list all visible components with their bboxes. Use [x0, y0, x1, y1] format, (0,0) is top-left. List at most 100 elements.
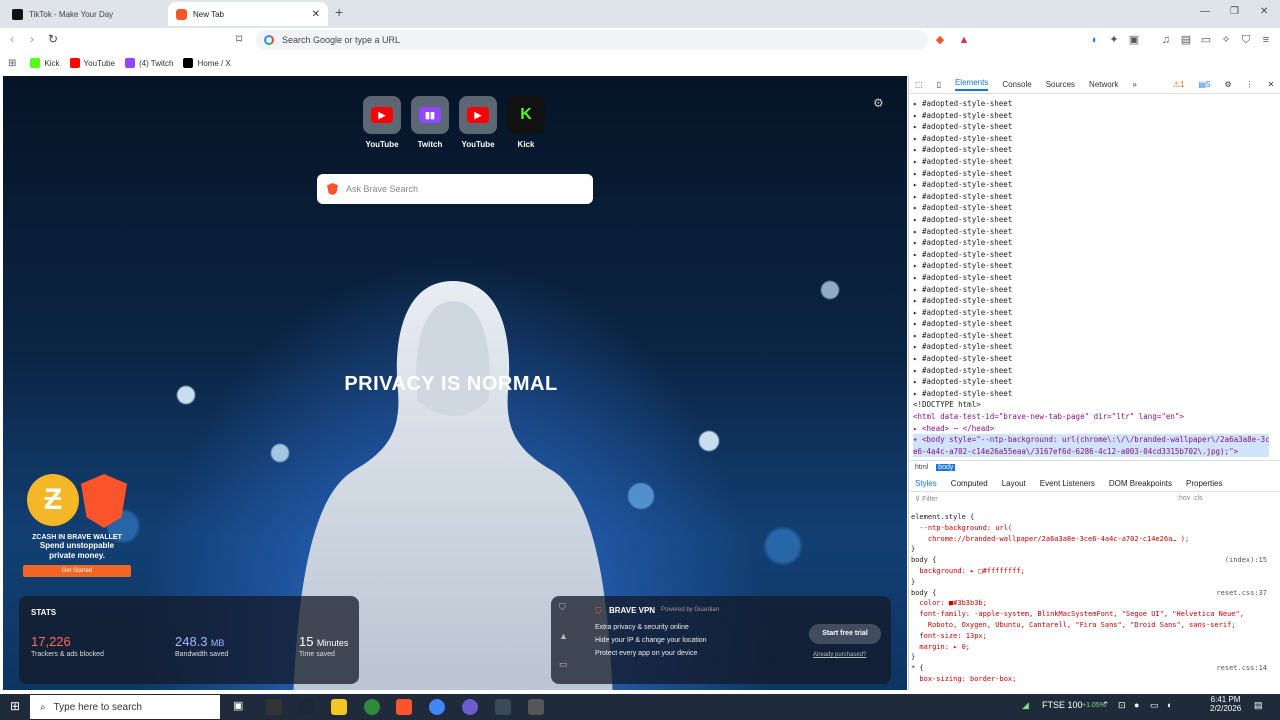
dom-node-body-cont[interactable]: e6-4a4c-a702-c14e26a55eaa\/3167ef6d-6286…: [913, 445, 1269, 458]
dom-node-doctype[interactable]: <!DOCTYPE html>: [913, 399, 1269, 411]
dom-node-adopted-style-sheet[interactable]: ▸ #adopted-style-sheet: [913, 318, 1269, 330]
chrome-icon[interactable]: [429, 699, 445, 715]
dom-node-adopted-style-sheet[interactable]: ▸ #adopted-style-sheet: [913, 133, 1269, 145]
dom-node-adopted-style-sheet[interactable]: ▸ #adopted-style-sheet: [913, 121, 1269, 133]
dom-node-adopted-style-sheet[interactable]: ▸ #adopted-style-sheet: [913, 110, 1269, 122]
style-source-link[interactable]: reset.css:37: [1216, 588, 1267, 599]
dom-node-adopted-style-sheet[interactable]: ▸ #adopted-style-sheet: [913, 260, 1269, 272]
style-source-link[interactable]: (index):15: [1225, 555, 1267, 566]
leo-ai-icon[interactable]: ✧: [1220, 34, 1232, 46]
dom-node-adopted-style-sheet[interactable]: ▸ #adopted-style-sheet: [913, 226, 1269, 238]
clock[interactable]: 6:41 PM 2/2/2026: [1210, 695, 1241, 713]
app-icon[interactable]: [495, 699, 511, 715]
app-icon[interactable]: [364, 699, 380, 715]
rewards-icon[interactable]: ▲: [559, 631, 573, 641]
subtab-computed[interactable]: Computed: [951, 479, 988, 488]
brave-rewards-icon[interactable]: ▲: [958, 34, 970, 46]
more-tabs-icon[interactable]: »: [1132, 80, 1136, 89]
bookmark-icon[interactable]: ⌑: [236, 32, 242, 46]
app-icon[interactable]: [266, 699, 282, 715]
inspect-icon[interactable]: ⬚: [915, 80, 923, 89]
dom-node-adopted-style-sheet[interactable]: ▸ #adopted-style-sheet: [913, 353, 1269, 365]
music-icon[interactable]: ♫: [1160, 34, 1172, 46]
reload-icon[interactable]: ↻: [48, 32, 58, 46]
dom-node-adopted-style-sheet[interactable]: ▸ #adopted-style-sheet: [913, 237, 1269, 249]
top-site-youtube[interactable]: ▶ YouTube: [363, 96, 401, 149]
dom-node-adopted-style-sheet[interactable]: ▸ #adopted-style-sheet: [913, 376, 1269, 388]
tray-icon[interactable]: ⊡: [1118, 700, 1126, 711]
subtab-properties[interactable]: Properties: [1186, 479, 1222, 488]
taskbar-search[interactable]: ⌕ Type here to search: [30, 695, 220, 719]
back-icon[interactable]: ‹: [10, 32, 14, 46]
top-site-kick[interactable]: K Kick: [507, 96, 545, 149]
subtab-dom-breakpoints[interactable]: DOM Breakpoints: [1109, 479, 1172, 488]
extensions-icon[interactable]: ✦: [1108, 34, 1120, 46]
styles-filter[interactable]: ⊽ Filter :hov .cls: [915, 495, 1275, 507]
address-bar[interactable]: Search Google or type a URL: [256, 30, 928, 50]
dom-node-adopted-style-sheet[interactable]: ▸ #adopted-style-sheet: [913, 341, 1269, 353]
tab-tiktok[interactable]: TikTok - Make Your Day: [4, 2, 166, 26]
bookmark-x[interactable]: Home / X: [183, 58, 231, 68]
subtab-event-listeners[interactable]: Event Listeners: [1040, 479, 1095, 488]
tab-console[interactable]: Console: [1002, 80, 1031, 89]
screenshot-icon[interactable]: ▣: [1128, 34, 1140, 46]
hov-cls-toggle[interactable]: :hov .cls: [1177, 495, 1203, 502]
restore-icon[interactable]: ❐: [1230, 6, 1239, 17]
device-toolbar-icon[interactable]: ▯: [937, 80, 941, 89]
close-window-icon[interactable]: ✕: [1260, 6, 1268, 17]
devtools-close-icon[interactable]: ✕: [1268, 80, 1275, 89]
settings-icon[interactable]: ⚙: [873, 96, 884, 110]
info-count[interactable]: ▤5: [1198, 80, 1210, 89]
minimize-icon[interactable]: —: [1200, 6, 1210, 17]
tab-new-tab[interactable]: New Tab ✕: [168, 2, 328, 26]
notifications-icon[interactable]: ▤: [1254, 700, 1263, 711]
dom-node-adopted-style-sheet[interactable]: ▸ #adopted-style-sheet: [913, 144, 1269, 156]
dom-node-body[interactable]: ▾ <body style="--ntp-background: url(chr…: [913, 434, 1269, 446]
dom-node-head[interactable]: ▸ <head> ⋯ </head>: [913, 423, 1269, 435]
subtab-styles[interactable]: Styles: [915, 479, 937, 488]
start-free-trial-button[interactable]: Start free trial: [809, 624, 881, 644]
task-view-icon[interactable]: ▣: [233, 699, 249, 715]
steam-icon[interactable]: [298, 699, 314, 715]
new-tab-button[interactable]: +: [335, 4, 343, 20]
app-icon[interactable]: [528, 699, 544, 715]
dom-node-adopted-style-sheet[interactable]: ▸ #adopted-style-sheet: [913, 98, 1269, 110]
bookmark-kick[interactable]: Kick: [30, 58, 60, 68]
ftse-label[interactable]: FTSE 100: [1042, 700, 1083, 710]
volume-icon[interactable]: ◖: [1166, 700, 1171, 710]
brave-search-box[interactable]: Ask Brave Search: [317, 174, 593, 204]
microphone-icon[interactable]: ●: [1134, 700, 1139, 710]
dom-node-adopted-style-sheet[interactable]: ▸ #adopted-style-sheet: [913, 388, 1269, 400]
styles-pane[interactable]: element.style { --ntp-background: url( c…: [911, 512, 1267, 685]
dom-node-adopted-style-sheet[interactable]: ▸ #adopted-style-sheet: [913, 284, 1269, 296]
brave-taskbar-icon[interactable]: [396, 699, 412, 715]
subtab-layout[interactable]: Layout: [1002, 479, 1026, 488]
dom-node-adopted-style-sheet[interactable]: ▸ #adopted-style-sheet: [913, 202, 1269, 214]
get-started-button[interactable]: Get Started: [23, 565, 131, 577]
bookmark-twitch[interactable]: (4) Twitch: [124, 58, 173, 68]
file-explorer-icon[interactable]: [331, 699, 347, 715]
dom-node-adopted-style-sheet[interactable]: ▸ #adopted-style-sheet: [913, 179, 1269, 191]
tab-elements[interactable]: Elements: [954, 78, 989, 91]
style-source-link[interactable]: reset.css:14: [1216, 663, 1267, 674]
top-site-twitch[interactable]: ▮▮ Twitch: [411, 96, 449, 149]
dom-node-adopted-style-sheet[interactable]: ▸ #adopted-style-sheet: [913, 191, 1269, 203]
wallet-icon[interactable]: ▭: [1200, 34, 1212, 46]
close-tab-icon[interactable]: ✕: [312, 9, 320, 20]
dom-node-adopted-style-sheet[interactable]: ▸ #adopted-style-sheet: [913, 295, 1269, 307]
windows-start-icon[interactable]: ⊞: [10, 699, 20, 713]
tab-network[interactable]: Network: [1089, 80, 1118, 89]
dom-node-adopted-style-sheet[interactable]: ▸ #adopted-style-sheet: [913, 156, 1269, 168]
shield-icon[interactable]: ⛉: [559, 602, 573, 613]
dom-node-adopted-style-sheet[interactable]: ▸ #adopted-style-sheet: [913, 168, 1269, 180]
dom-node-adopted-style-sheet[interactable]: ▸ #adopted-style-sheet: [913, 330, 1269, 342]
tray-chevron-icon[interactable]: ⌃: [1102, 700, 1110, 711]
dom-node-adopted-style-sheet[interactable]: ▸ #adopted-style-sheet: [913, 272, 1269, 284]
tab-sources[interactable]: Sources: [1046, 80, 1075, 89]
app-icon[interactable]: [462, 699, 478, 715]
apps-grid-icon[interactable]: ⊞: [8, 58, 16, 69]
dom-node-adopted-style-sheet[interactable]: ▸ #adopted-style-sheet: [913, 307, 1269, 319]
warning-count[interactable]: ⚠1: [1173, 80, 1185, 89]
dom-node-adopted-style-sheet[interactable]: ▸ #adopted-style-sheet: [913, 249, 1269, 261]
bookmark-youtube[interactable]: YouTube: [69, 58, 115, 68]
